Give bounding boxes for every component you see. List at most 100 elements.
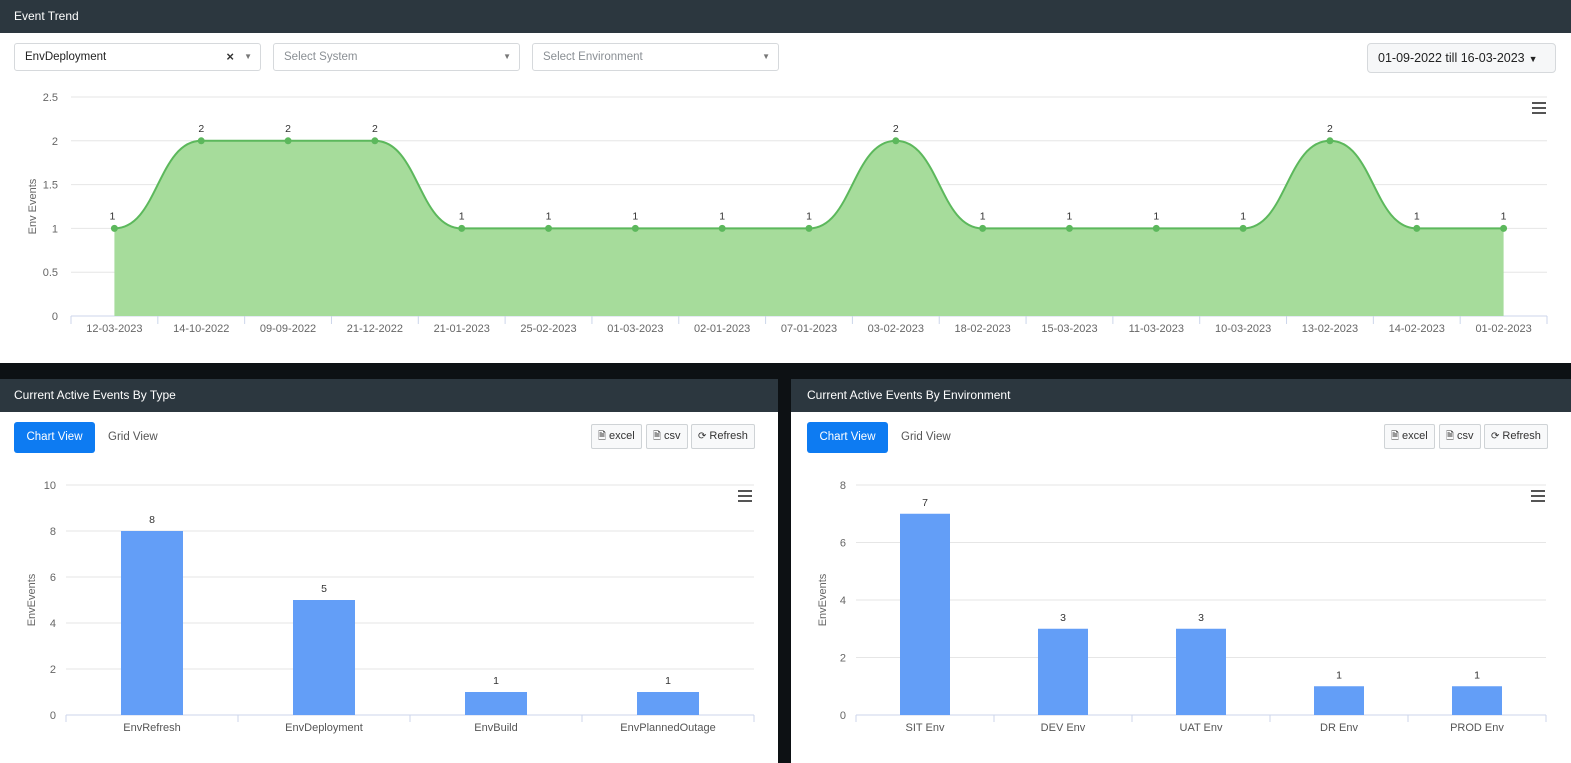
date-range-value: 01-09-2022 till 16-03-2023 xyxy=(1378,51,1525,65)
x-tick-label: 14-02-2023 xyxy=(1389,323,1445,335)
bar xyxy=(1452,686,1502,715)
csv-export-button[interactable]: 🗎 csv xyxy=(1439,424,1481,449)
data-label: 7 xyxy=(922,497,928,509)
refresh-icon: ⟳ xyxy=(1491,431,1500,442)
x-tick-label: 15-03-2023 xyxy=(1041,323,1097,335)
y-tick-label: 2 xyxy=(840,653,846,665)
data-point xyxy=(631,224,639,232)
environment-placeholder: Select Environment xyxy=(543,51,643,63)
y-tick-label: 0 xyxy=(52,311,58,323)
bar xyxy=(293,600,355,715)
x-tick-label: 10-03-2023 xyxy=(1215,323,1271,335)
bar xyxy=(1176,628,1226,715)
data-point xyxy=(1413,224,1421,232)
x-tick-label: 03-02-2023 xyxy=(868,323,924,335)
data-label: 1 xyxy=(980,210,986,222)
y-tick-label: 4 xyxy=(50,618,56,630)
data-point xyxy=(979,224,987,232)
data-label: 1 xyxy=(109,210,115,222)
data-point xyxy=(545,224,553,232)
x-tick-label: 18-02-2023 xyxy=(955,323,1011,335)
events-by-type-panel: Current Active Events By Type Chart View… xyxy=(0,379,778,763)
event-type-select[interactable]: EnvDeployment × ▼ xyxy=(14,43,261,71)
date-range-picker[interactable]: 01-09-2022 till 16-03-2023 ▼ xyxy=(1367,43,1556,73)
chart-view-button[interactable]: Chart View xyxy=(807,422,888,453)
x-tick-label: 02-01-2023 xyxy=(694,323,750,335)
excel-file-icon: 🗎 xyxy=(598,431,607,442)
x-tick-label: 14-10-2022 xyxy=(173,323,229,335)
refresh-icon: ⟳ xyxy=(698,431,707,442)
x-tick-label: EnvDeployment xyxy=(285,722,363,734)
bar xyxy=(1038,628,1088,715)
data-label: 1 xyxy=(1414,210,1420,222)
data-label: 1 xyxy=(546,210,552,222)
y-axis-title: Env Events xyxy=(27,178,39,234)
data-label: 1 xyxy=(806,210,812,222)
data-label: 1 xyxy=(1153,210,1159,222)
event-type-value: EnvDeployment xyxy=(25,51,107,63)
data-label: 1 xyxy=(665,675,671,687)
y-tick-label: 2.5 xyxy=(43,92,58,104)
refresh-label: Refresh xyxy=(709,430,748,442)
data-point xyxy=(1500,224,1508,232)
x-tick-label: 07-01-2023 xyxy=(781,323,837,335)
data-label: 2 xyxy=(372,123,378,135)
data-point xyxy=(371,137,379,145)
chart-menu-icon[interactable] xyxy=(1531,490,1545,502)
x-tick-label: 25-02-2023 xyxy=(520,323,576,335)
x-tick-label: PROD Env xyxy=(1450,722,1504,734)
data-label: 1 xyxy=(459,210,465,222)
event-trend-panel: Event Trend EnvDeployment × ▼ Select Sys… xyxy=(0,0,1571,363)
data-point xyxy=(110,224,118,232)
data-label: 1 xyxy=(1474,669,1480,681)
data-point xyxy=(805,224,813,232)
data-point xyxy=(718,224,726,232)
data-point xyxy=(1152,224,1160,232)
csv-export-button[interactable]: 🗎 csv xyxy=(646,424,688,449)
grid-view-tab[interactable]: Grid View xyxy=(901,422,951,453)
y-tick-label: 0.5 xyxy=(43,267,58,279)
refresh-button[interactable]: ⟳ Refresh xyxy=(691,424,755,449)
series-line xyxy=(114,139,1504,230)
y-tick-label: 0 xyxy=(50,710,56,722)
x-tick-label: 21-01-2023 xyxy=(434,323,490,335)
environment-select[interactable]: Select Environment ▼ xyxy=(532,43,779,71)
chart-menu-icon[interactable] xyxy=(1532,102,1546,114)
chart-menu-icon[interactable] xyxy=(738,490,752,502)
excel-file-icon: 🗎 xyxy=(1391,431,1400,442)
x-tick-label: 13-02-2023 xyxy=(1302,323,1358,335)
data-label: 3 xyxy=(1060,612,1066,624)
grid-view-tab[interactable]: Grid View xyxy=(108,422,158,453)
csv-label: csv xyxy=(664,430,681,442)
data-label: 2 xyxy=(285,123,291,135)
bar xyxy=(465,692,527,715)
excel-export-button[interactable]: 🗎 excel xyxy=(591,424,642,449)
y-tick-label: 4 xyxy=(840,595,846,607)
area-fill xyxy=(114,140,1504,316)
data-label: 1 xyxy=(719,210,725,222)
chart-view-button[interactable]: Chart View xyxy=(14,422,95,453)
excel-export-button[interactable]: 🗎 excel xyxy=(1384,424,1435,449)
system-select[interactable]: Select System ▼ xyxy=(273,43,520,71)
caret-down-icon: ▼ xyxy=(1528,54,1538,64)
excel-label: excel xyxy=(1402,430,1428,442)
data-point xyxy=(892,137,900,145)
data-label: 1 xyxy=(1067,210,1073,222)
data-label: 1 xyxy=(632,210,638,222)
x-tick-label: 11-03-2023 xyxy=(1129,323,1184,335)
clear-icon[interactable]: × xyxy=(226,44,234,70)
y-tick-label: 8 xyxy=(840,480,846,492)
refresh-button[interactable]: ⟳ Refresh xyxy=(1484,424,1548,449)
data-point xyxy=(458,224,466,232)
events-by-environment-header: Current Active Events By Environment xyxy=(791,379,1571,412)
csv-file-icon: 🗎 xyxy=(1446,431,1455,442)
y-axis-title: EnvEvents xyxy=(817,573,829,626)
y-tick-label: 10 xyxy=(44,480,56,492)
y-tick-label: 8 xyxy=(50,526,56,538)
data-label: 1 xyxy=(1501,210,1507,222)
bar xyxy=(637,692,699,715)
excel-label: excel xyxy=(609,430,635,442)
data-label: 2 xyxy=(198,123,204,135)
chevron-down-icon: ▼ xyxy=(244,52,252,61)
bar xyxy=(121,531,183,715)
